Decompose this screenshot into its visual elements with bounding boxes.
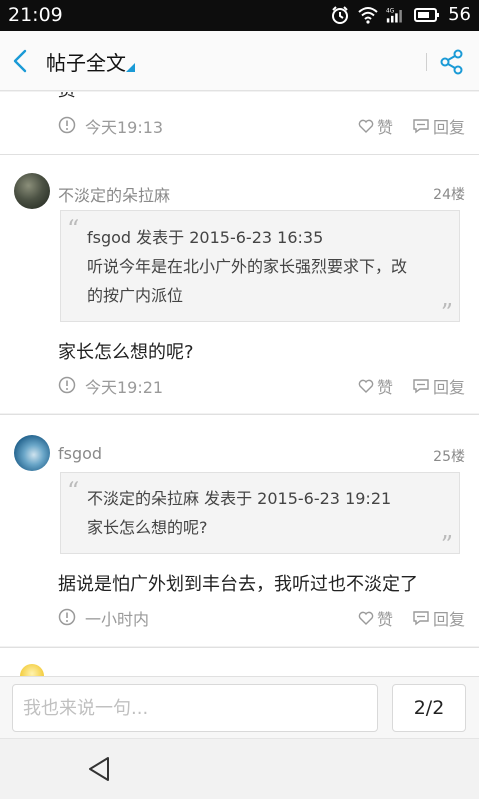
like-label: 赞 — [377, 378, 394, 397]
battery-icon — [414, 7, 440, 22]
reply-label: 回复 — [433, 610, 466, 629]
post-text: 家长怎么想的呢? — [58, 342, 194, 363]
comment-icon — [413, 119, 429, 134]
comment-composer: 2/2 — [0, 676, 479, 738]
wifi-icon — [358, 6, 378, 24]
svg-text:4G: 4G — [386, 8, 395, 14]
post-list[interactable]: 赘 今天19:13 赞 回复 — [0, 92, 479, 676]
report-icon[interactable] — [58, 376, 76, 394]
back-arrow-icon[interactable] — [8, 46, 36, 76]
heart-icon — [358, 119, 374, 133]
quote-text-line: 家长怎么想的呢? — [87, 518, 208, 537]
quote-header: fsgod 发表于 2015-6-23 16:35 — [87, 228, 324, 247]
comment-input[interactable] — [12, 684, 378, 732]
battery-level: 56 — [448, 4, 471, 25]
post-time: 今天19:13 — [85, 118, 164, 137]
reply-button[interactable]: 回复 — [412, 374, 465, 398]
heart-icon — [358, 379, 374, 393]
post-text: 赘 — [58, 92, 76, 102]
like-button[interactable]: 赞 — [358, 374, 393, 398]
page-title[interactable]: 帖子全文 — [46, 47, 126, 76]
share-icon[interactable] — [438, 48, 466, 76]
quote-open-icon: “ — [67, 477, 80, 505]
floor-number: 25楼 — [433, 449, 465, 465]
list-item: 赘 今天19:13 赞 回复 — [0, 92, 479, 154]
like-label: 赞 — [377, 610, 394, 629]
username[interactable]: fsgod — [58, 444, 102, 463]
title-bar: 帖子全文 — [0, 31, 479, 91]
report-icon[interactable] — [58, 608, 76, 626]
header-divider — [426, 53, 427, 71]
status-time: 21:09 — [8, 4, 63, 26]
page-indicator-button[interactable]: 2/2 — [392, 684, 466, 732]
list-item: fsgod 25楼 “ 不淡定的朵拉麻 发表于 2015-6-23 19:21 … — [0, 415, 479, 646]
quote-box: “ fsgod 发表于 2015-6-23 16:35 听说今年是在北小广外的家… — [60, 210, 460, 327]
status-bar: 21:09 4G 56 — [0, 0, 479, 31]
list-item — [0, 648, 479, 676]
username[interactable]: 不淡定的朵拉麻 — [58, 182, 170, 206]
post-text: 据说是怕广外划到丰台去，我听过也不淡定了 — [58, 574, 418, 595]
system-nav-bar — [0, 738, 479, 799]
reply-label: 回复 — [433, 378, 466, 397]
reply-button[interactable]: 回复 — [412, 114, 465, 138]
reply-button[interactable]: 回复 — [412, 606, 465, 630]
post-time: 一小时内 — [85, 610, 150, 629]
quote-close-icon: ” — [440, 531, 453, 559]
comment-icon — [413, 611, 429, 626]
avatar[interactable] — [14, 435, 50, 471]
heart-icon — [358, 611, 374, 625]
reply-label: 回复 — [433, 118, 466, 137]
list-item: 不淡定的朵拉麻 24楼 “ fsgod 发表于 2015-6-23 16:35 … — [0, 155, 479, 413]
status-icons: 4G 56 — [330, 4, 471, 25]
floor-number: 24楼 — [433, 187, 465, 203]
quote-header: 不淡定的朵拉麻 发表于 2015-6-23 19:21 — [87, 489, 392, 508]
like-button[interactable]: 赞 — [358, 606, 393, 630]
title-dropdown-caret-icon[interactable] — [126, 63, 135, 72]
quote-text-line: 的按广内派位 — [87, 286, 184, 305]
signal-icon: 4G — [386, 8, 402, 22]
post-meta: 一小时内 赞 回复 — [0, 605, 479, 629]
avatar[interactable] — [14, 173, 50, 209]
quote-close-icon: ” — [440, 299, 453, 327]
quote-box: “ 不淡定的朵拉麻 发表于 2015-6-23 19:21 家长怎么想的呢? ” — [60, 472, 460, 559]
report-icon[interactable] — [58, 116, 76, 134]
post-meta: 今天19:13 赞 回复 — [0, 113, 479, 137]
like-button[interactable]: 赞 — [358, 114, 393, 138]
alarm-icon — [332, 5, 349, 24]
quote-open-icon: “ — [67, 215, 80, 243]
avatar[interactable] — [20, 664, 44, 676]
post-meta: 今天19:21 赞 回复 — [0, 373, 479, 397]
nav-back-icon[interactable] — [86, 755, 112, 783]
like-label: 赞 — [377, 118, 394, 137]
comment-icon — [413, 379, 429, 394]
post-time: 今天19:21 — [85, 378, 164, 397]
quote-text-line: 听说今年是在北小广外的家长强烈要求下，改 — [87, 257, 408, 276]
